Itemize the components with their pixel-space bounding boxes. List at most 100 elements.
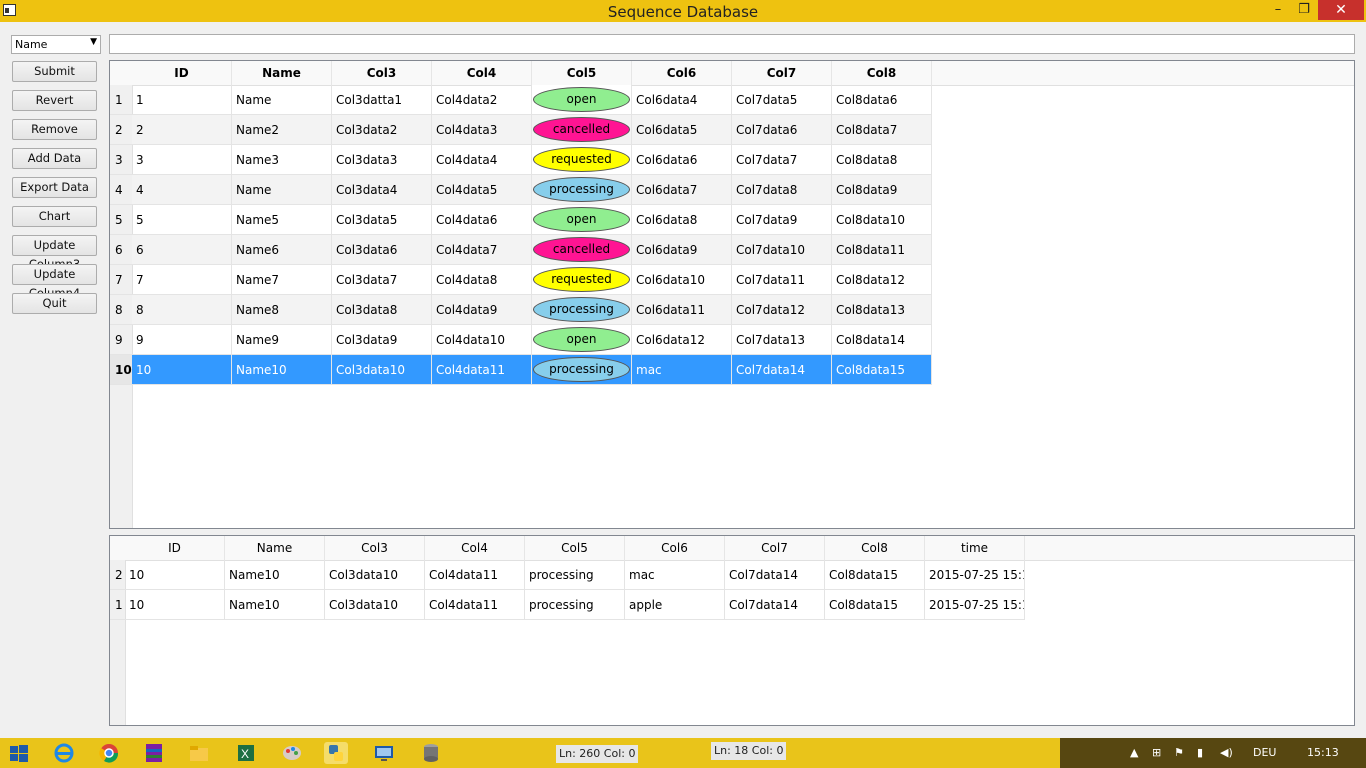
cell-col4[interactable]: Col4data11 [425, 560, 525, 590]
cell-col4[interactable]: Col4data9 [432, 295, 532, 325]
cell-id[interactable]: 8 [132, 295, 232, 325]
cell-name[interactable]: Name5 [232, 205, 332, 235]
cell-col7[interactable]: Col7data14 [725, 590, 825, 620]
column-header-col7[interactable]: Col7 [725, 536, 825, 560]
column-header-col5[interactable]: Col5 [525, 536, 625, 560]
cell-col3[interactable]: Col3data10 [332, 355, 432, 385]
cell-col7[interactable]: Col7data9 [732, 205, 832, 235]
cell-col8[interactable]: Col8data15 [832, 355, 932, 385]
cell-id[interactable]: 2 [132, 115, 232, 145]
chrome-icon[interactable] [98, 742, 120, 764]
column-header-col6[interactable]: Col6 [625, 536, 725, 560]
cell-col6[interactable]: Col6data9 [632, 235, 732, 265]
cell-col8[interactable]: Col8data10 [832, 205, 932, 235]
excel-icon[interactable]: X [235, 742, 257, 764]
cell-col7[interactable]: Col7data7 [732, 145, 832, 175]
cell-col5[interactable]: open [532, 205, 632, 235]
cell-col8[interactable]: Col8data8 [832, 145, 932, 175]
submit-button[interactable]: Submit [12, 61, 97, 82]
cell-col8[interactable]: Col8data14 [832, 325, 932, 355]
cell-col6[interactable]: mac [625, 560, 725, 590]
quit-button[interactable]: Quit [12, 293, 97, 314]
cell-col6[interactable]: Col6data10 [632, 265, 732, 295]
cell-col6[interactable]: apple [625, 590, 725, 620]
cell-col7[interactable]: Col7data12 [732, 295, 832, 325]
remove-button[interactable]: Remove [12, 119, 97, 140]
cell-col7[interactable]: Col7data10 [732, 235, 832, 265]
add-data-button[interactable]: Add Data [12, 148, 97, 169]
remote-desktop-icon[interactable] [373, 742, 395, 764]
close-button[interactable]: ✕ [1318, 0, 1364, 20]
windows-start-icon[interactable] [10, 745, 28, 763]
column-header-col5[interactable]: Col5 [532, 61, 632, 85]
cell-id[interactable]: 10 [132, 355, 232, 385]
cell-col5[interactable]: open [532, 325, 632, 355]
cell-id[interactable]: 5 [132, 205, 232, 235]
cell-name[interactable]: Name10 [225, 590, 325, 620]
cell-col7[interactable]: Col7data6 [732, 115, 832, 145]
cell-col6[interactable]: Col6data4 [632, 85, 732, 115]
cell-col6[interactable]: mac [632, 355, 732, 385]
column-header-name[interactable]: Name [232, 61, 332, 85]
history-table[interactable]: ID Name Col3 Col4 Col5 Col6 Col7 Col8 time 2 10 Na… [109, 535, 1355, 726]
cell-col5[interactable]: open [532, 85, 632, 115]
column-header-col4[interactable]: Col4 [432, 61, 532, 85]
cell-col5[interactable]: processing [525, 590, 625, 620]
cell-col4[interactable]: Col4data8 [432, 265, 532, 295]
winrar-icon[interactable] [143, 742, 165, 764]
cell-name[interactable]: Name3 [232, 145, 332, 175]
cell-id[interactable]: 6 [132, 235, 232, 265]
cell-name[interactable]: Name2 [232, 115, 332, 145]
table-row[interactable]: 10 Name10 Col3data10 Col4data11 processing ap… [110, 590, 1025, 620]
update-column4-button[interactable]: Update Column4 [12, 264, 97, 300]
cell-col8[interactable]: Col8data13 [832, 295, 932, 325]
cell-col6[interactable]: Col6data11 [632, 295, 732, 325]
database-icon[interactable] [420, 742, 442, 764]
cell-col8[interactable]: Col8data9 [832, 175, 932, 205]
cell-col3[interactable]: Col3data5 [332, 205, 432, 235]
cell-col7[interactable]: Col7data14 [732, 355, 832, 385]
column-header-col7[interactable]: Col7 [732, 61, 832, 85]
cell-name[interactable]: Name7 [232, 265, 332, 295]
column-header-col6[interactable]: Col6 [632, 61, 732, 85]
cell-col5[interactable]: processing [532, 355, 632, 385]
column-header-col4[interactable]: Col4 [425, 536, 525, 560]
cell-id[interactable]: 9 [132, 325, 232, 355]
filter-column-select[interactable]: Name ▼ [11, 35, 101, 54]
cell-col3[interactable]: Col3data10 [325, 560, 425, 590]
column-header-col8[interactable]: Col8 [832, 61, 932, 85]
table-row[interactable]: 2 Name2 Col3data2 Col4data3 cancelled Col6dat… [110, 115, 932, 145]
cell-col4[interactable]: Col4data2 [432, 85, 532, 115]
cell-name[interactable]: Name6 [232, 235, 332, 265]
cell-col4[interactable]: Col4data11 [425, 590, 525, 620]
filter-search-input[interactable] [109, 34, 1355, 54]
cell-col7[interactable]: Col7data5 [732, 85, 832, 115]
column-header-id[interactable]: ID [125, 536, 225, 560]
table-row[interactable]: 5 Name5 Col3data5 Col4data6 open Col6data8 Col… [110, 205, 932, 235]
cell-name[interactable]: Name9 [232, 325, 332, 355]
cell-col7[interactable]: Col7data14 [725, 560, 825, 590]
table-row[interactable]: 9 Name9 Col3data9 Col4data10 open Col6data12 C… [110, 325, 932, 355]
column-header-col3[interactable]: Col3 [332, 61, 432, 85]
volume-icon[interactable]: ◀) [1220, 746, 1233, 759]
cell-col6[interactable]: Col6data6 [632, 145, 732, 175]
cell-col8[interactable]: Col8data7 [832, 115, 932, 145]
cell-col3[interactable]: Col3data3 [332, 145, 432, 175]
cell-col5[interactable]: cancelled [532, 235, 632, 265]
cell-col7[interactable]: Col7data13 [732, 325, 832, 355]
cell-col4[interactable]: Col4data5 [432, 175, 532, 205]
cell-id[interactable]: 3 [132, 145, 232, 175]
column-header-time[interactable]: time [925, 536, 1025, 560]
column-header-col3[interactable]: Col3 [325, 536, 425, 560]
python-icon[interactable] [324, 742, 348, 764]
clock[interactable]: 15:13 [1307, 746, 1339, 759]
cell-name[interactable]: Name10 [225, 560, 325, 590]
cell-col8[interactable]: Col8data11 [832, 235, 932, 265]
paint-icon[interactable] [281, 742, 303, 764]
restore-button[interactable]: ❐ [1290, 0, 1318, 20]
chevron-up-icon[interactable]: ▲ [1130, 746, 1138, 759]
language-indicator[interactable]: DEU [1253, 746, 1276, 759]
cell-col7[interactable]: Col7data8 [732, 175, 832, 205]
table-row[interactable]: 1 Name Col3datta1 Col4data2 open Col6data4 Col… [110, 85, 932, 115]
main-table[interactable]: ID Name Col3 Col4 Col5 Col6 Col7 Col8 1 1 Name Col… [109, 60, 1355, 529]
